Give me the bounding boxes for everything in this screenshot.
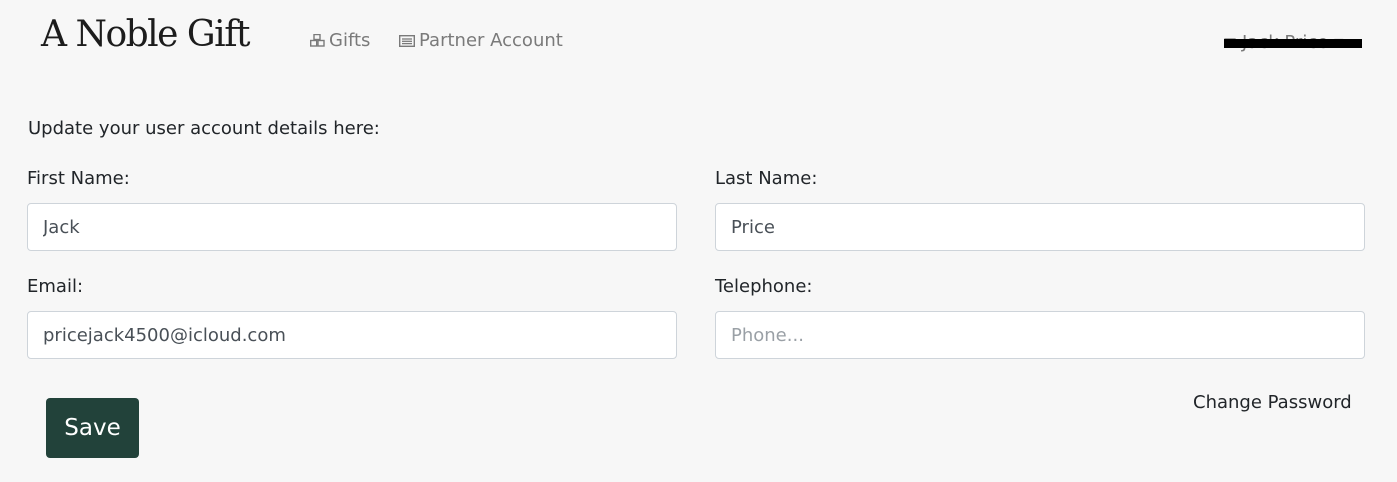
change-password-link[interactable]: Change Password — [1193, 392, 1352, 413]
nav-item-partner-account-label: Partner Account — [419, 30, 563, 51]
user-menu-dropdown[interactable]: Jack Price ▾ — [1224, 31, 1364, 53]
telephone-field[interactable] — [715, 311, 1365, 359]
last-name-label: Last Name: — [715, 168, 818, 189]
nav-item-gifts-label: Gifts — [329, 30, 371, 51]
form-intro: Update your user account details here: — [28, 118, 380, 139]
save-button[interactable]: Save — [46, 398, 139, 458]
nav-item-gifts[interactable]: Gifts — [310, 30, 370, 51]
first-name-field[interactable] — [27, 203, 677, 251]
brand-logo[interactable]: A Noble Gift — [41, 14, 250, 55]
id-card-icon — [399, 34, 415, 47]
last-name-field[interactable] — [715, 203, 1365, 251]
email-field[interactable] — [27, 311, 677, 359]
gifts-icon — [310, 34, 325, 47]
email-label: Email: — [27, 276, 84, 297]
redaction-bar — [1224, 39, 1362, 48]
first-name-label: First Name: — [27, 168, 130, 189]
top-navbar: A Noble Gift Gifts Partner Account — [0, 0, 1397, 84]
nav-item-partner-account[interactable]: Partner Account — [399, 30, 563, 51]
telephone-label: Telephone: — [715, 276, 813, 297]
